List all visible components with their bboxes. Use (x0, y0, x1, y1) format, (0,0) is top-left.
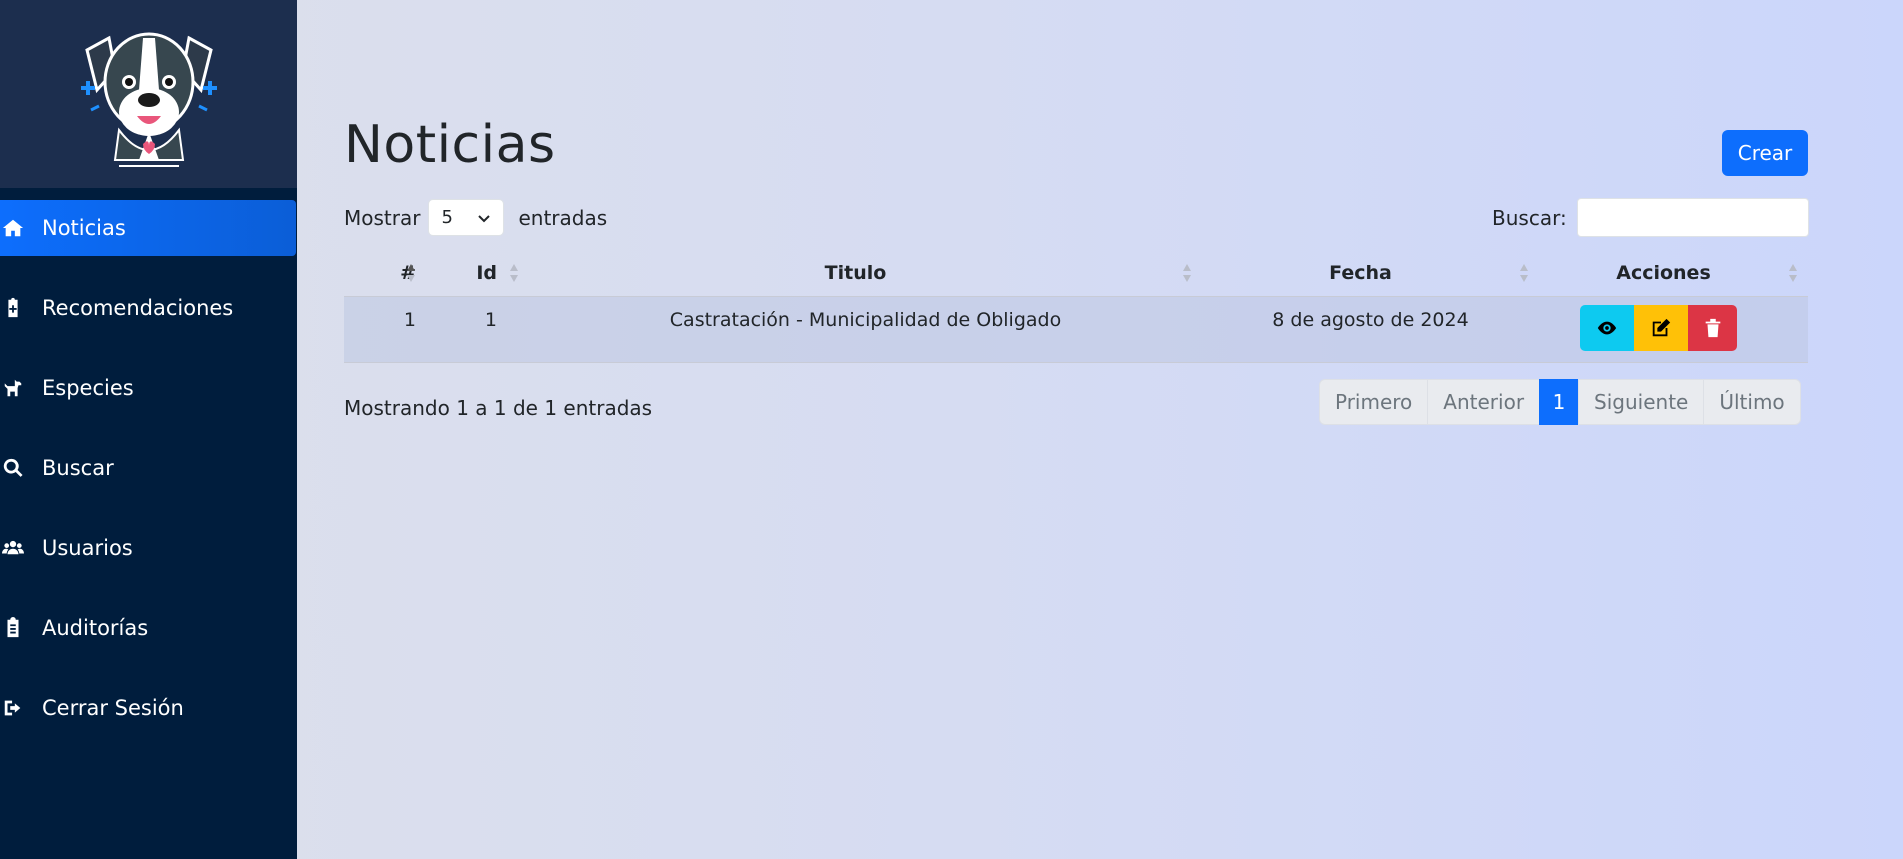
cell-id: 1 (426, 296, 529, 363)
dog-icon (2, 376, 32, 400)
sidebar-item-noticias[interactable]: Noticias (0, 200, 296, 256)
pagination-first[interactable]: Primero (1319, 379, 1429, 425)
sidebar-item-label: Buscar (42, 456, 114, 480)
sidebar-item-buscar[interactable]: Buscar (0, 440, 297, 496)
length-control: Mostrar 5 entradas (344, 199, 607, 236)
sort-icon (1789, 264, 1797, 282)
news-table: # Id Titulo Fecha Acciones 1 1 Castratac… (344, 250, 1808, 363)
sort-asc-icon (407, 264, 415, 282)
pagination: Primero Anterior 1 Siguiente Último (1319, 379, 1801, 425)
sort-icon (1520, 264, 1528, 282)
users-icon (2, 536, 32, 560)
column-header-acciones[interactable]: Acciones (1539, 250, 1808, 297)
row-actions (1580, 304, 1737, 351)
eye-icon (1597, 321, 1617, 334)
search-control: Buscar: (1492, 198, 1809, 237)
search-input[interactable] (1576, 198, 1809, 237)
page-title: Noticias (344, 115, 556, 175)
clipboard-medical-icon (2, 296, 32, 320)
sidebar-item-label: Cerrar Sesión (42, 696, 184, 720)
pagination-last[interactable]: Último (1703, 379, 1801, 425)
delete-button[interactable] (1688, 304, 1737, 351)
sidebar-item-label: Recomendaciones (42, 296, 234, 320)
dog-logo (80, 32, 217, 167)
search-icon (2, 456, 32, 480)
sidebar: Noticias Recomendaciones Especies Buscar… (0, 0, 297, 859)
column-header-fecha[interactable]: Fecha (1202, 250, 1539, 297)
column-header-id[interactable]: Id (426, 250, 529, 297)
sidebar-item-label: Usuarios (42, 536, 133, 560)
edit-button[interactable] (1634, 304, 1688, 351)
sort-icon (1183, 264, 1191, 282)
table-row: 1 1 Castratación - Municipalidad de Obli… (344, 296, 1808, 363)
length-show-label: Mostrar (344, 205, 421, 230)
chevron-down-icon (478, 214, 491, 222)
view-button[interactable] (1580, 304, 1634, 351)
sort-icon (510, 264, 518, 282)
length-entries-label: entradas (518, 205, 608, 230)
edit-icon (1652, 318, 1671, 336)
pagination-prev[interactable]: Anterior (1427, 379, 1541, 425)
sign-out-icon (2, 696, 32, 720)
table-info: Mostrando 1 a 1 de 1 entradas (344, 396, 653, 420)
length-select-value: 5 (441, 207, 453, 228)
create-button[interactable]: Crear (1722, 130, 1808, 176)
cell-acciones (1539, 296, 1808, 363)
column-header-num[interactable]: # (344, 250, 426, 297)
search-label: Buscar: (1492, 205, 1567, 230)
sidebar-item-cerrar-sesion[interactable]: Cerrar Sesión (0, 680, 297, 736)
sidebar-nav: Noticias Recomendaciones Especies Buscar… (0, 200, 297, 736)
sidebar-item-label: Especies (42, 376, 134, 400)
sidebar-item-usuarios[interactable]: Usuarios (0, 520, 297, 576)
sidebar-item-auditorias[interactable]: Auditorías (0, 600, 297, 656)
sidebar-item-label: Auditorías (42, 616, 149, 640)
pagination-next[interactable]: Siguiente (1578, 379, 1705, 425)
length-select[interactable]: 5 (428, 199, 505, 236)
pagination-page-1[interactable]: 1 (1539, 379, 1580, 425)
cell-fecha: 8 de agosto de 2024 (1202, 296, 1539, 363)
home-icon (2, 216, 32, 240)
logo-area (0, 0, 297, 188)
column-header-titulo[interactable]: Titulo (529, 250, 1202, 297)
table-header-row: # Id Titulo Fecha Acciones (344, 250, 1808, 297)
cell-num: 1 (344, 296, 426, 363)
cell-titulo: Castratación - Municipalidad de Obligado (529, 296, 1202, 363)
clipboard-list-icon (2, 616, 32, 640)
sidebar-item-label: Noticias (42, 216, 126, 240)
sidebar-item-especies[interactable]: Especies (0, 360, 297, 416)
sidebar-item-recomendaciones[interactable]: Recomendaciones (0, 280, 297, 336)
trash-icon (1705, 318, 1720, 337)
